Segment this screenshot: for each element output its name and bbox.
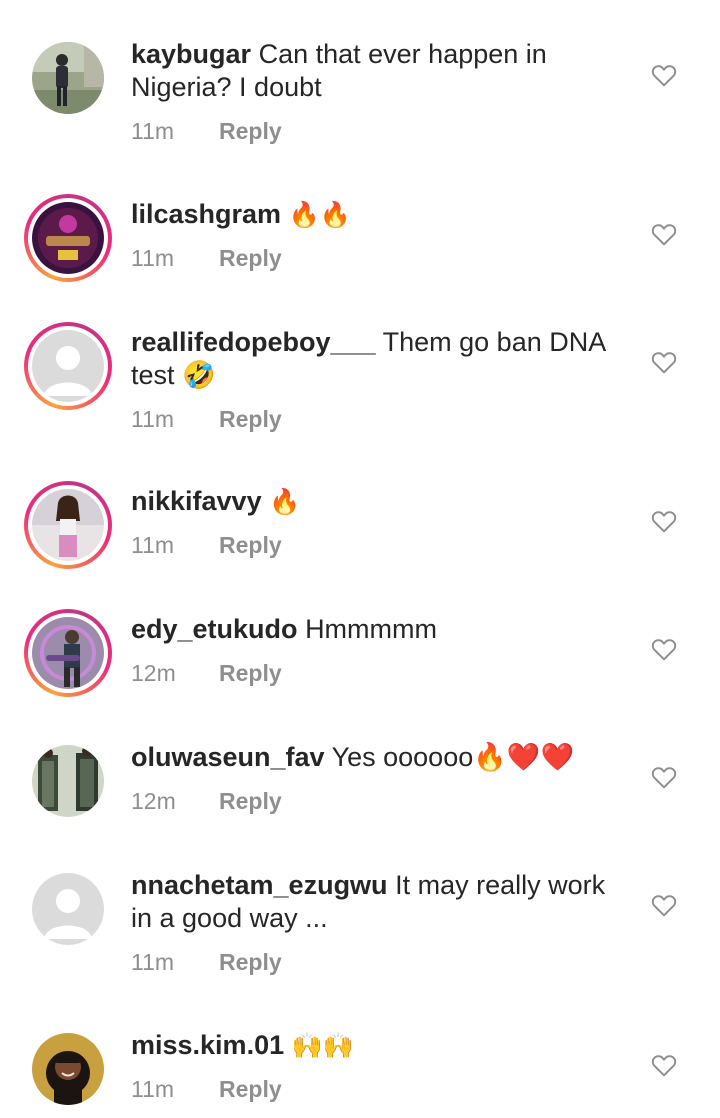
comment-meta: 12m Reply <box>131 786 282 816</box>
avatar[interactable] <box>24 737 112 825</box>
avatar[interactable] <box>24 1025 112 1113</box>
avatar-photo <box>32 202 104 274</box>
heart-icon[interactable] <box>651 1053 677 1077</box>
default-avatar-icon <box>32 873 104 945</box>
avatar-photo <box>32 42 104 114</box>
default-avatar-icon <box>32 330 104 402</box>
comment-meta: 11m Reply <box>131 530 282 560</box>
comment-body: reallifedopeboy___ Them go ban DNA test … <box>131 326 631 392</box>
comment-username[interactable]: kaybugar <box>131 39 251 69</box>
comment-meta: 11m Reply <box>131 116 282 146</box>
comment-username[interactable]: nikkifavvy <box>131 486 262 516</box>
comment-username[interactable]: lilcashgram <box>131 199 281 229</box>
avatar[interactable] <box>24 194 112 282</box>
avatar[interactable] <box>24 322 112 410</box>
reply-button[interactable]: Reply <box>219 245 282 271</box>
comment-time: 11m <box>131 406 175 432</box>
avatar[interactable] <box>24 609 112 697</box>
comment-username[interactable]: nnachetam_ezugwu <box>131 870 388 900</box>
comment-body: nnachetam_ezugwu It may really work in a… <box>131 869 631 935</box>
comment-time: 12m <box>131 660 176 686</box>
comment-time: 11m <box>131 949 175 975</box>
comment-body: lilcashgram 🔥🔥 <box>131 198 631 231</box>
comment-text: 🙌🙌 <box>291 1031 354 1060</box>
comment-meta: 11m Reply <box>131 947 282 977</box>
avatar-photo <box>32 489 104 561</box>
comment-body: oluwaseun_fav Yes oooooo🔥❤️❤️ <box>131 741 631 774</box>
reply-button[interactable]: Reply <box>219 532 282 558</box>
reply-button[interactable]: Reply <box>219 118 282 144</box>
heart-icon[interactable] <box>651 765 677 789</box>
comment-text: 🔥🔥 <box>288 200 351 229</box>
reply-button[interactable]: Reply <box>219 788 282 814</box>
comment-time: 11m <box>131 245 175 271</box>
comment-meta: 11m Reply <box>131 404 282 434</box>
avatar[interactable] <box>24 865 112 953</box>
comment-time: 12m <box>131 788 176 814</box>
comment-time: 11m <box>131 1076 175 1102</box>
comment-body: nikkifavvy 🔥 <box>131 485 631 518</box>
avatar[interactable] <box>24 34 112 122</box>
comment-username[interactable]: oluwaseun_fav <box>131 742 325 772</box>
heart-icon[interactable] <box>651 63 677 87</box>
avatar[interactable] <box>24 481 112 569</box>
comment-meta: 11m Reply <box>131 1074 282 1104</box>
avatar-photo <box>32 1033 104 1105</box>
heart-icon[interactable] <box>651 637 677 661</box>
heart-icon[interactable] <box>651 893 677 917</box>
reply-button[interactable]: Reply <box>219 406 282 432</box>
avatar-photo <box>32 617 104 689</box>
comment-body: miss.kim.01 🙌🙌 <box>131 1029 631 1062</box>
comment-body: kaybugar Can that ever happen in Nigeria… <box>131 38 631 104</box>
reply-button[interactable]: Reply <box>219 1076 282 1102</box>
avatar-photo <box>32 745 104 817</box>
heart-icon[interactable] <box>651 509 677 533</box>
reply-button[interactable]: Reply <box>219 660 282 686</box>
comment-text: 🔥 <box>269 487 301 516</box>
comment-text: Hmmmmm <box>305 614 438 644</box>
heart-icon[interactable] <box>651 350 677 374</box>
comment-time: 11m <box>131 532 175 558</box>
comment-time: 11m <box>131 118 175 144</box>
comment-username[interactable]: reallifedopeboy___ <box>131 327 376 357</box>
comment-meta: 12m Reply <box>131 658 282 688</box>
comment-meta: 11m Reply <box>131 243 282 273</box>
comment-username[interactable]: edy_etukudo <box>131 614 298 644</box>
comment-text: Yes oooooo🔥❤️❤️ <box>331 742 575 772</box>
reply-button[interactable]: Reply <box>219 949 282 975</box>
heart-icon[interactable] <box>651 222 677 246</box>
comment-username[interactable]: miss.kim.01 <box>131 1030 284 1060</box>
comment-body: edy_etukudo Hmmmmm <box>131 613 631 646</box>
